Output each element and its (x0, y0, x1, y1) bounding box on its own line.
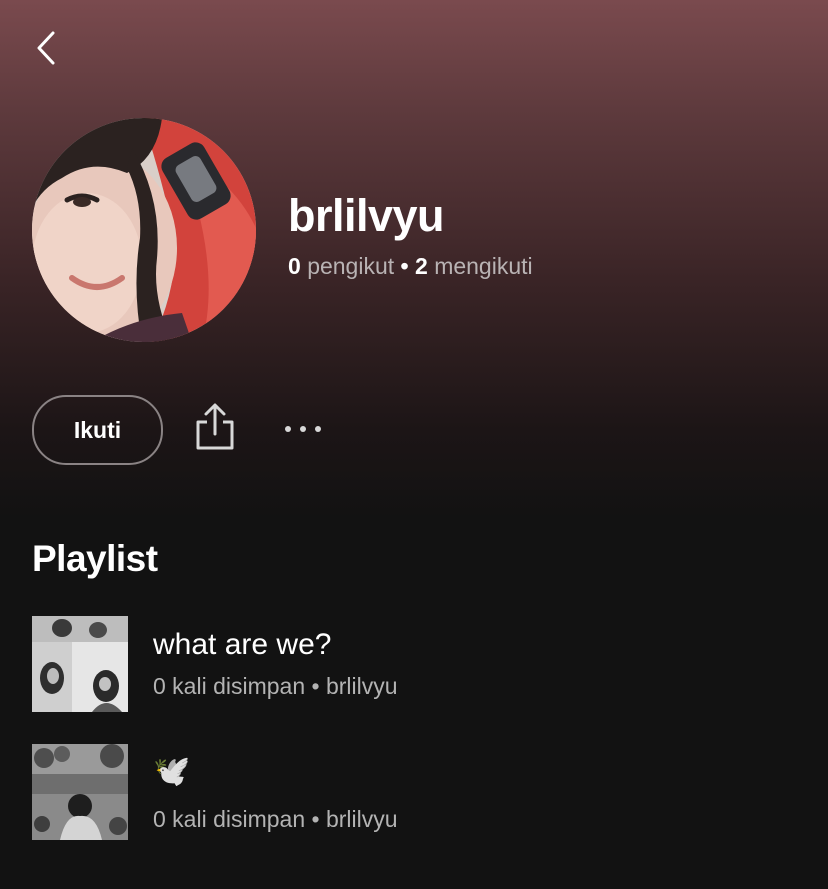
follow-stats: 0 pengikut • 2 mengikuti (288, 253, 533, 280)
profile-name: brlilvyu (288, 190, 445, 241)
followers-count[interactable]: 0 (288, 253, 301, 279)
chevron-left-icon (37, 31, 55, 65)
playlist-section-title: Playlist (32, 538, 158, 579)
following-label[interactable]: mengikuti (434, 253, 532, 279)
stats-separator: • (400, 253, 409, 279)
playlist-subtitle: 0 kali disimpan • brlilvyu (153, 673, 398, 699)
follow-button[interactable]: Ikuti (32, 395, 163, 465)
playlist-cover (32, 744, 128, 840)
playlist-subtitle: 0 kali disimpan • brlilvyu (153, 806, 398, 832)
following-count[interactable]: 2 (415, 253, 428, 279)
playlist-item[interactable]: what are we? 0 kali disimpan • brlilvyu (32, 616, 792, 712)
back-button[interactable] (30, 28, 64, 68)
share-button[interactable] (192, 402, 238, 452)
followers-label[interactable]: pengikut (307, 253, 394, 279)
playlist-title: 🕊️ (153, 755, 191, 788)
profile-screen: brlilvyu 0 pengikut • 2 mengikuti Ikuti … (0, 0, 828, 889)
more-options-button[interactable] (280, 418, 326, 440)
share-icon (196, 403, 234, 450)
playlist-title: what are we? (153, 628, 332, 661)
more-options-icon (285, 426, 321, 432)
playlist-item[interactable]: 🕊️ 0 kali disimpan • brlilvyu (32, 744, 792, 840)
avatar (32, 118, 256, 342)
playlist-cover (32, 616, 128, 712)
